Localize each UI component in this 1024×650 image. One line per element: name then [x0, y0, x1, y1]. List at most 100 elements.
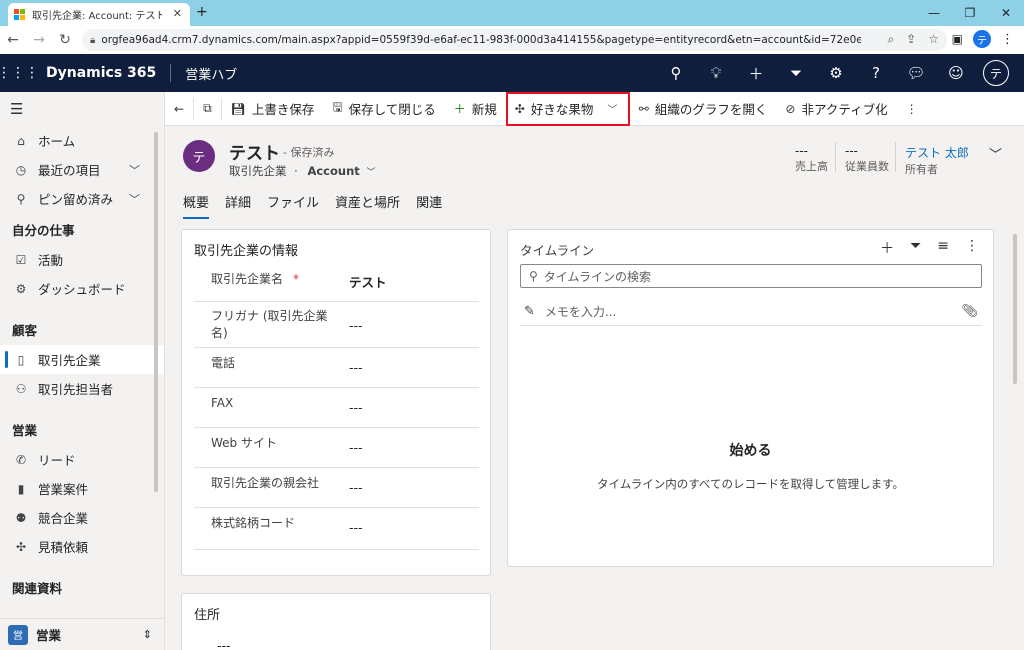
main-scrollbar[interactable] [1013, 234, 1017, 384]
plus-icon[interactable]: ＋ [736, 63, 776, 84]
sidebar-item-opportunities[interactable]: ▮ 営業案件 [0, 474, 164, 503]
browser-profile-avatar[interactable]: テ [973, 30, 991, 48]
timeline-search-input[interactable]: ⚲ タイムラインの検索 [520, 264, 982, 288]
sidebar-item-contacts[interactable]: ⚇ 取引先担当者 [0, 374, 164, 403]
tab-assets-locations[interactable]: 資産と場所 [335, 192, 400, 219]
save-close-label: 保存して閉じる [348, 102, 436, 117]
field-value[interactable]: --- [349, 480, 363, 495]
hamburger-menu-icon[interactable]: ☰ [0, 92, 164, 126]
sidebar-item-label: リード [38, 453, 76, 468]
note-input[interactable]: ✎ メモを入力... 📎︎ [520, 298, 982, 326]
open-in-new-window-button[interactable]: ⧉ [194, 92, 221, 126]
settings-gear-icon[interactable]: ⚙ [816, 64, 856, 82]
save-and-close-button[interactable]: 🖫 保存して閉じる [323, 92, 444, 126]
sidebar-scrollbar[interactable] [154, 132, 158, 492]
area-badge: 営 [8, 624, 28, 645]
deactivate-button[interactable]: ⊘ 非アクティブ化 [776, 92, 896, 126]
phone-icon: ✆ [15, 452, 27, 467]
sidebar-item-leads[interactable]: ✆ リード [0, 445, 164, 474]
field-account-name: 取引先企業名 * テスト [194, 260, 479, 302]
field-parent-account: 取引先企業の親会社 --- [194, 468, 479, 508]
sidebar-item-competitors[interactable]: ⚉ 競合企業 [0, 503, 164, 532]
attachment-icon[interactable]: 📎︎ [961, 304, 978, 319]
field-value[interactable]: --- [349, 400, 363, 415]
search-icon[interactable]: ⚲ [656, 64, 696, 82]
header-field-value: --- [795, 144, 808, 158]
field-value[interactable]: --- [349, 318, 363, 333]
more-icon[interactable]: ⋮ [965, 238, 979, 258]
favorite-fruit-button[interactable]: ✣ 好きな果物 ﹀ [505, 91, 630, 126]
new-button[interactable]: ＋ 新規 [445, 92, 506, 126]
star-icon[interactable]: ☆ [928, 32, 939, 47]
record-title: テスト [229, 144, 280, 164]
tab-files[interactable]: ファイル [267, 192, 319, 219]
new-tab-icon[interactable]: + [196, 4, 208, 20]
sidebar-item-recent[interactable]: ◷ 最近の項目 ﹀ [0, 155, 164, 184]
field-value[interactable]: --- [349, 440, 363, 455]
field-phone: 電話 --- [194, 348, 479, 388]
app-area-name[interactable]: 営業ハブ [185, 64, 237, 83]
form-tabs: 概要 詳細 ファイル 資産と場所 関連 [183, 192, 442, 219]
popout-icon: ⧉ [203, 101, 212, 115]
sidebar-item-home[interactable]: ⌂ ホーム [0, 126, 164, 155]
filter-icon[interactable]: ⏷ [776, 64, 816, 82]
help-icon[interactable]: ? [856, 64, 896, 82]
filter-icon[interactable]: ⏷ [910, 238, 921, 258]
sidebar-item-dashboards[interactable]: ⚙ ダッシュボード [0, 274, 164, 303]
sidebar-item-accounts[interactable]: ▯ 取引先企業 [0, 345, 164, 374]
pin-icon: ⚲ [16, 191, 26, 206]
save-label: 上書き保存 [251, 102, 315, 117]
field-value[interactable]: --- [349, 520, 363, 535]
lightbulb-icon[interactable]: 💡︎ [696, 64, 736, 82]
header-field-owner[interactable]: テスト 太郎 所有者 [905, 144, 969, 177]
restore-icon[interactable]: ❐ [952, 0, 988, 26]
tab-related[interactable]: 関連 [416, 192, 442, 219]
forward-icon[interactable]: → [26, 32, 52, 48]
field-label: 取引先企業の親会社 [211, 476, 320, 490]
chat-icon[interactable]: 💬︎ [896, 64, 936, 82]
sidebar-toggle-icon[interactable]: ▣ [952, 32, 963, 46]
tab-summary[interactable]: 概要 [183, 192, 210, 219]
sidebar-item-label: 活動 [38, 253, 64, 268]
sidebar-item-activities[interactable]: ☑ 活動 [0, 245, 164, 274]
area-name: 営業 [36, 628, 62, 643]
feedback-icon[interactable]: ☺ [936, 64, 976, 82]
expand-header-chevron-icon[interactable]: ﹀ [989, 144, 1002, 163]
app-launcher-icon[interactable]: ⋮⋮⋮ [0, 54, 39, 92]
area-switcher[interactable]: 営 営業 ⇕ [0, 618, 164, 650]
user-avatar[interactable]: テ [983, 60, 1009, 86]
more-icon[interactable]: ⋮ [1001, 32, 1014, 47]
save-button[interactable]: 💾︎ 上書き保存 [222, 92, 324, 126]
header-field-label: 従業員数 [845, 160, 889, 173]
sidebar-item-pinned[interactable]: ⚲ ピン留め済み ﹀ [0, 184, 164, 213]
sort-icon[interactable]: ≡ [937, 238, 949, 258]
chevron-down-icon[interactable]: ﹀ [366, 168, 375, 178]
chevron-down-icon[interactable]: ﹀ [129, 191, 140, 207]
address-bar[interactable]: 🔒︎ orgfea96ad4.crm7.dynamics.com/main.as… [82, 29, 947, 51]
close-tab-icon[interactable]: ✕ [173, 7, 182, 20]
field-value[interactable]: --- [349, 360, 363, 375]
timeline-search-placeholder: タイムラインの検索 [543, 269, 651, 284]
browser-tab-title: 取引先企業: Account: テスト - Dy [32, 11, 162, 22]
sidebar-item-label: 取引先担当者 [38, 382, 114, 397]
owner-link[interactable]: テスト 太郎 [905, 144, 969, 161]
add-timeline-icon[interactable]: ＋ [880, 238, 894, 258]
field-value[interactable]: テスト [349, 272, 387, 291]
field-label: 取引先企業名 * [211, 272, 300, 286]
more-commands-button[interactable]: ⋮ [897, 92, 927, 126]
form-selector[interactable]: Account [307, 164, 359, 178]
reload-icon[interactable]: ↻ [52, 32, 78, 48]
back-icon[interactable]: ← [0, 32, 26, 48]
tab-details[interactable]: 詳細 [225, 192, 251, 219]
chevron-down-icon[interactable]: ﹀ [129, 162, 140, 178]
zoom-icon[interactable]: ⌕ [887, 32, 894, 47]
browser-tab[interactable]: 取引先企業: Account: テスト - Dy ✕ [8, 3, 190, 26]
back-button[interactable]: ← [165, 92, 193, 126]
share-icon[interactable]: ⇪ [906, 32, 916, 47]
sidebar-item-quotes[interactable]: ✣ 見積依頼 [0, 532, 164, 561]
open-org-chart-button[interactable]: ⚯ 組織のグラフを開く [630, 92, 777, 126]
address-value[interactable]: --- [217, 638, 231, 650]
minimize-icon[interactable]: — [916, 0, 952, 26]
app-name[interactable]: Dynamics 365 [46, 65, 156, 81]
window-close-icon[interactable]: ✕ [988, 0, 1024, 26]
